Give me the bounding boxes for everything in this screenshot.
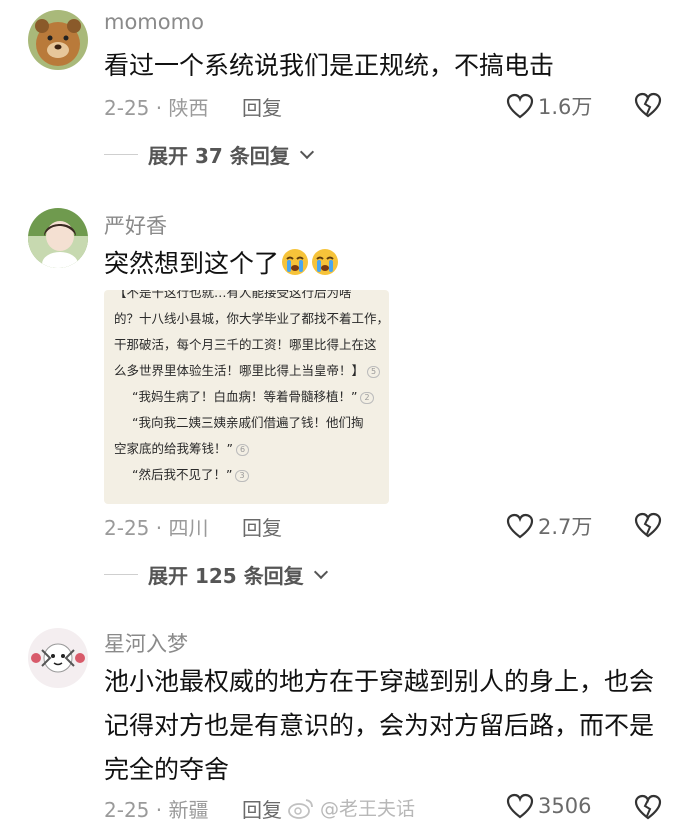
paragraph-comment-count: 6 <box>235 444 250 456</box>
comment-text: 突然想到这个了 <box>104 242 662 286</box>
expand-count: 37 <box>194 144 223 168</box>
reply-button[interactable]: 回复 <box>242 512 282 541</box>
watermark-text: @老王夫话 <box>320 798 416 820</box>
username[interactable]: momomo <box>104 10 204 34</box>
weibo-logo-icon <box>288 798 313 819</box>
meta-separator: · <box>149 798 169 822</box>
paragraph-comment-count: 5 <box>367 366 381 378</box>
watermark: @老王夫话 <box>288 794 415 821</box>
divider <box>104 574 138 575</box>
meta-separator: · <box>149 516 169 540</box>
avatar[interactable] <box>28 628 88 688</box>
image-text-line: “我妈生病了！白血病！等着骨髓移植！” 2 <box>104 384 389 410</box>
paragraph-comment-count: 3 <box>235 470 249 482</box>
image-text-line: 的？十八线小县城，你大学毕业了都找不着工作， <box>114 311 389 326</box>
comment-text: 看过一个系统说我们是正规统，不搞电击 <box>104 51 555 80</box>
chevron-down-icon <box>299 144 314 159</box>
dislike-button[interactable] <box>634 794 662 824</box>
like-button[interactable]: 2.7万 <box>506 511 592 541</box>
avatar[interactable] <box>28 10 88 70</box>
heart-icon <box>506 513 534 539</box>
image-text-line: 干那破活，每个月三千的工资！哪里比得上在这 <box>114 337 377 352</box>
avatar[interactable] <box>28 208 88 268</box>
heart-icon <box>506 93 534 119</box>
image-text-content: “然后我不见了！” <box>132 467 233 482</box>
image-text-line: 空家底的给我筹钱！” 6 <box>104 436 389 462</box>
image-text-content: “我妈生病了！白血病！等着骨髓移植！” <box>132 389 358 404</box>
expand-suffix: 条回复 <box>243 564 304 588</box>
crying-face-icon <box>282 249 309 275</box>
expand-count: 125 <box>194 564 237 588</box>
dislike-button[interactable] <box>634 512 662 542</box>
like-count: 2.7万 <box>538 515 593 539</box>
comment-location: 陕西 <box>168 96 209 120</box>
username[interactable]: 严好香 <box>104 210 167 240</box>
broken-heart-icon <box>634 794 662 820</box>
reply-button[interactable]: 回复 <box>242 92 282 121</box>
expand-suffix: 条回复 <box>229 144 290 168</box>
like-count: 1.6万 <box>538 95 593 119</box>
divider <box>104 154 138 155</box>
comment-image[interactable]: 【不是干这行也就…有人能接受这行后为啥 的？十八线小县城，你大学毕业了都找不着工… <box>104 290 389 504</box>
comment-text-content: 突然想到这个了 <box>104 249 280 278</box>
broken-heart-icon <box>634 92 662 118</box>
heart-icon <box>506 793 534 819</box>
image-text-line: “然后我不见了！” 3 <box>104 462 389 488</box>
image-text-line: “我向我二姨三姨亲戚们借遍了钱！他们掏 <box>132 415 364 430</box>
username[interactable]: 星河入梦 <box>104 628 188 658</box>
comment-date: 2-25 <box>104 96 150 120</box>
comment-meta: 2-25 · 新疆 <box>104 794 208 823</box>
meta-separator: · <box>149 96 169 120</box>
comment-meta: 2-25 · 陕西 <box>104 92 208 121</box>
comment-date: 2-25 <box>104 516 150 540</box>
like-count: 3506 <box>538 794 592 818</box>
expand-replies-button[interactable]: 展开 37 条回复 <box>104 140 314 169</box>
comment-date: 2-25 <box>104 798 150 822</box>
reply-button[interactable]: 回复 <box>242 794 282 823</box>
comment-location: 新疆 <box>168 798 209 822</box>
dislike-button[interactable] <box>634 92 662 122</box>
image-text-line: 么多世界里体验生活！哪里比得上当皇帝！】 5 <box>104 358 389 384</box>
expand-replies-button[interactable]: 展开 125 条回复 <box>104 560 328 589</box>
like-button[interactable]: 3506 <box>506 793 591 819</box>
crying-face-icon <box>312 249 339 275</box>
comment-location: 四川 <box>168 516 209 540</box>
image-text-content: 空家底的给我筹钱！” <box>114 441 233 456</box>
broken-heart-icon <box>634 512 662 538</box>
comment-meta: 2-25 · 四川 <box>104 512 208 541</box>
like-button[interactable]: 1.6万 <box>506 91 592 121</box>
comment-text: 池小池最权威的地方在于穿越到别人的身上，也会记得对方也是有意识的，会为对方留后路… <box>104 667 655 784</box>
image-text-content: 么多世界里体验生活！哪里比得上当皇帝！】 <box>114 363 365 378</box>
expand-prefix: 展开 <box>148 564 188 588</box>
expand-prefix: 展开 <box>148 144 188 168</box>
chevron-down-icon <box>313 564 328 579</box>
paragraph-comment-count: 2 <box>360 392 374 404</box>
image-text-line: 【不是干这行也就…有人能接受这行后为啥 <box>114 290 352 300</box>
